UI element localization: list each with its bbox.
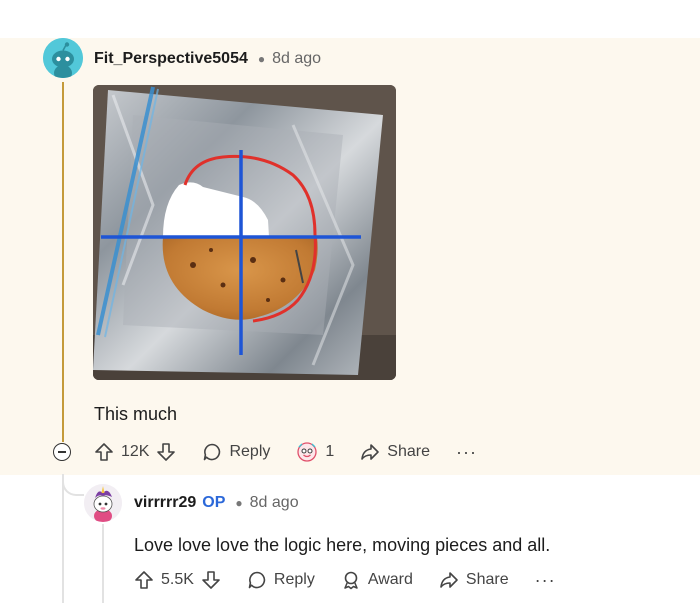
reply-connector: [62, 474, 84, 496]
award-face-icon: [297, 442, 318, 462]
award-ribbon-icon: [344, 571, 358, 590]
ellipsis-icon: ···: [455, 442, 477, 462]
award-count: 1: [325, 443, 335, 460]
downvote-icon[interactable]: [201, 570, 221, 590]
timestamp[interactable]: 8d ago: [272, 50, 321, 68]
share-button[interactable]: Share: [360, 442, 430, 462]
username[interactable]: virrrrr29: [134, 494, 196, 512]
separator-dot: ●: [235, 496, 243, 510]
share-label: Share: [387, 443, 430, 460]
upvote-icon[interactable]: [94, 442, 114, 462]
vote-controls: 12K: [94, 442, 176, 462]
comment-image[interactable]: [93, 85, 396, 380]
reply-label: Reply: [273, 571, 315, 588]
upvote-icon[interactable]: [134, 570, 154, 590]
more-options-button[interactable]: ···: [535, 571, 556, 589]
avatar[interactable]: [84, 484, 122, 522]
comment-actions: 12K Reply 1 Share ···: [94, 441, 503, 463]
reply-button[interactable]: Reply: [247, 570, 315, 590]
award-label: Award: [367, 571, 413, 588]
more-options-button[interactable]: ···: [456, 443, 477, 461]
timestamp[interactable]: 8d ago: [250, 494, 299, 512]
share-label: Share: [465, 571, 509, 588]
reply-label: Reply: [229, 443, 271, 460]
ellipsis-icon: ···: [534, 570, 556, 590]
share-button[interactable]: Share: [439, 570, 509, 590]
comment-meta: Fit_Perspective5054 ● 8d ago: [94, 50, 321, 68]
reply-button[interactable]: Reply: [202, 442, 270, 462]
vote-count: 12K: [121, 443, 150, 460]
thread-line[interactable]: [62, 82, 64, 442]
thread-line-continued: [62, 474, 64, 603]
speech-bubble-icon: [204, 443, 221, 461]
vote-count: 5.5K: [161, 571, 194, 588]
snoo-avatar-icon: [43, 38, 83, 78]
award-button[interactable]: Award: [341, 570, 413, 590]
minus-icon: [58, 451, 66, 453]
reply-meta: virrrrr29 OP ● 8d ago: [134, 494, 299, 512]
reply-actions: 5.5K Reply Award Share ···: [134, 570, 582, 590]
vote-controls: 5.5K: [134, 570, 221, 590]
downvote-icon[interactable]: [156, 442, 176, 462]
avatar[interactable]: [43, 38, 83, 78]
separator-dot: ●: [257, 52, 266, 66]
cookie-photo-image: [93, 85, 396, 380]
username[interactable]: Fit_Perspective5054: [94, 50, 248, 68]
reply-thread-line[interactable]: [102, 524, 104, 603]
collapse-thread-button[interactable]: [53, 443, 71, 461]
op-badge: OP: [202, 494, 226, 511]
reply-text: Love love love the logic here, moving pi…: [134, 535, 551, 555]
speech-bubble-icon: [248, 571, 266, 589]
share-arrow-icon: [440, 572, 458, 588]
share-arrow-icon: [361, 444, 380, 460]
comment-text: This much: [94, 404, 178, 424]
unicorn-avatar-icon: [84, 484, 122, 522]
award-button[interactable]: 1: [296, 441, 334, 463]
